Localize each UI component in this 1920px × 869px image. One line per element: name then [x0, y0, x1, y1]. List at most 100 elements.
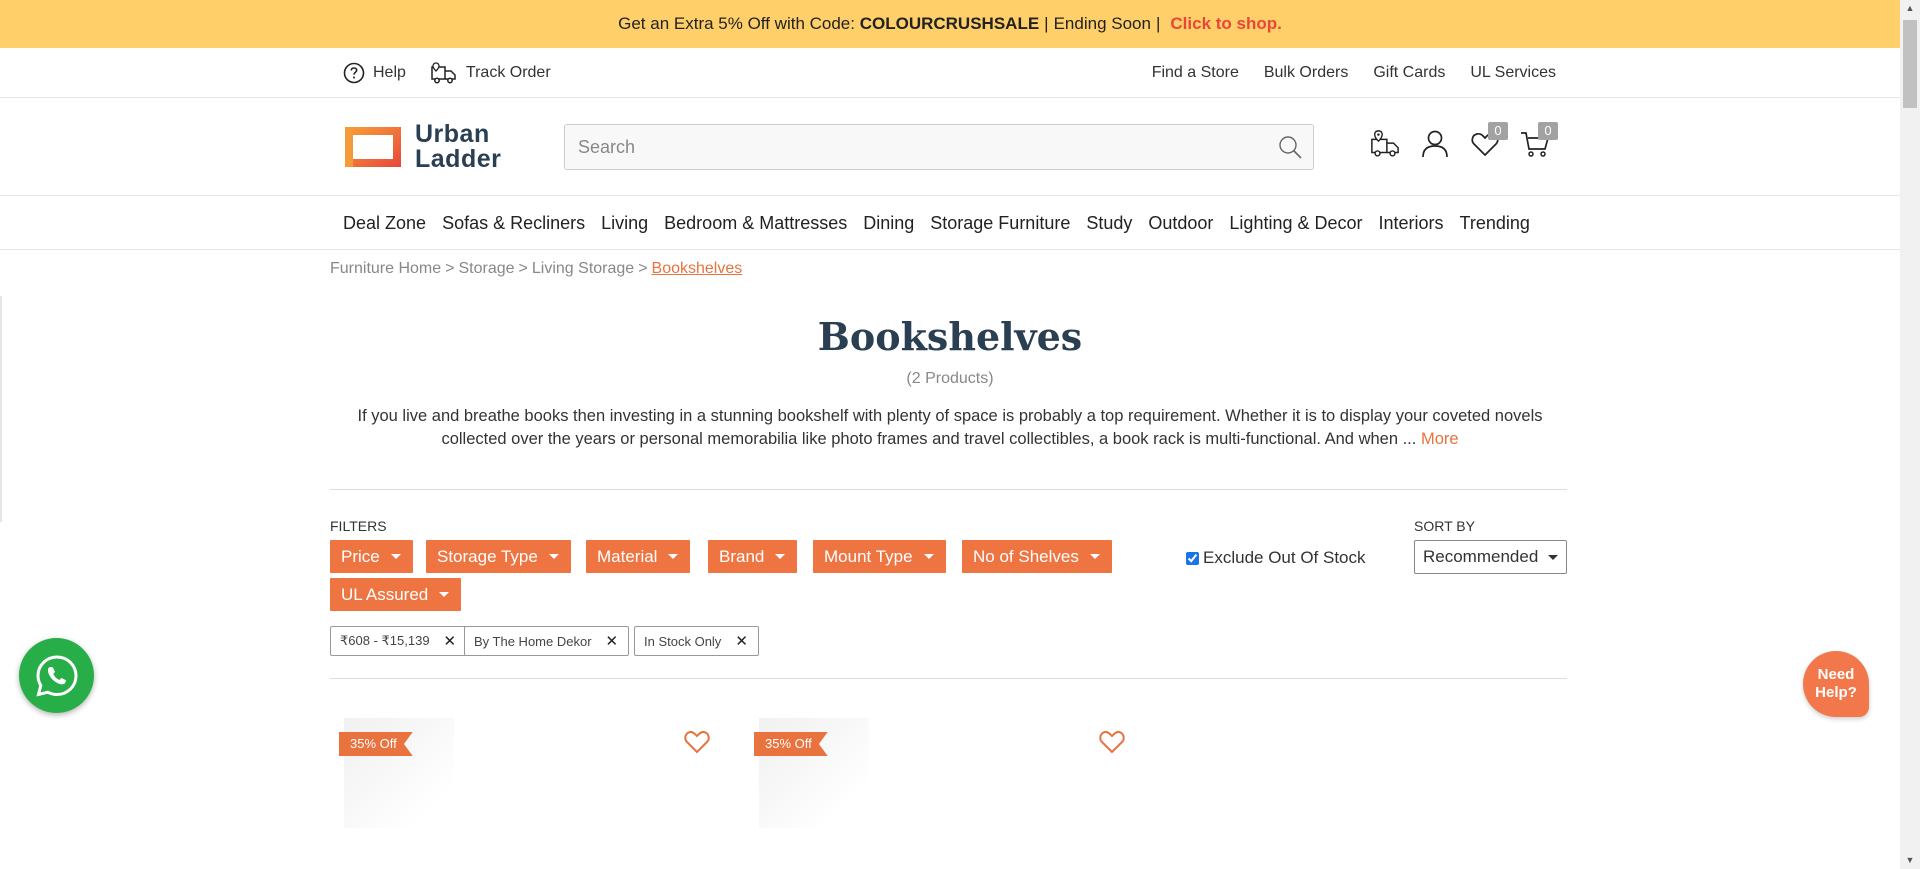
scrollbar-thumb[interactable]	[1903, 20, 1917, 108]
logo-mark-icon	[345, 127, 401, 167]
nav-item-study[interactable]: Study	[1086, 213, 1132, 234]
filter-mount-type-label: Mount Type	[824, 546, 913, 566]
nav-item-bedroom-mattresses[interactable]: Bedroom & Mattresses	[664, 213, 847, 234]
page-scrollbar[interactable]: ▲ ▼	[1900, 0, 1920, 869]
caret-down-icon	[668, 554, 679, 559]
cart-button[interactable]: 0	[1520, 122, 1558, 164]
caret-down-icon	[548, 554, 559, 559]
nav-item-living[interactable]: Living	[601, 213, 648, 234]
breadcrumb-bookshelves[interactable]: Bookshelves	[652, 260, 743, 278]
help-label: Help	[373, 64, 406, 81]
promo-code: COLOURCRUSHSALE	[859, 14, 1040, 33]
active-filter-chip-price: ₹608 - ₹15,139 ✕	[330, 626, 468, 656]
filter-brand-button[interactable]: Brand	[708, 540, 798, 573]
active-filter-chip-stock: In Stock Only ✕	[634, 626, 759, 656]
caret-down-icon	[775, 554, 786, 559]
logo-line-2: Ladder	[415, 145, 502, 173]
filter-ul-assured-button[interactable]: UL Assured	[330, 578, 462, 611]
header-icons: 0 0	[1370, 122, 1558, 164]
search-icon[interactable]	[1277, 134, 1303, 160]
filter-no-of-shelves-button[interactable]: No of Shelves	[962, 540, 1112, 573]
read-more-link[interactable]: More	[1421, 430, 1459, 448]
breadcrumb-separator: >	[638, 260, 648, 277]
help-link[interactable]: Help	[343, 62, 406, 84]
remove-filter-close-icon[interactable]: ✕	[735, 632, 748, 650]
wishlist-button[interactable]: 0	[1470, 122, 1508, 164]
breadcrumb-furniture-home[interactable]: Furniture Home	[330, 260, 441, 278]
caret-down-icon	[923, 554, 934, 559]
discount-tag: 35% Off	[754, 732, 828, 756]
nav-item-sofas-recliners[interactable]: Sofas & Recliners	[442, 213, 585, 234]
logo-line-1: Urban	[415, 120, 490, 148]
delivery-truck-location-icon	[1371, 130, 1399, 157]
category-description: If you live and breathe books then inves…	[336, 405, 1564, 451]
divider	[330, 489, 1567, 490]
filter-storage-type-button[interactable]: Storage Type	[426, 540, 571, 573]
filter-material-button[interactable]: Material	[586, 540, 691, 573]
nav-item-dining[interactable]: Dining	[863, 213, 914, 234]
utility-left: Help Track Order	[343, 48, 551, 98]
main-navigation: Deal Zone Sofas & Recliners Living Bedro…	[0, 197, 1900, 250]
promo-separator-2: |	[1155, 14, 1161, 33]
exclude-out-of-stock[interactable]: Exclude Out Of Stock	[1186, 548, 1366, 568]
cart-count-badge: 0	[1538, 122, 1558, 140]
scroll-down-arrow-icon[interactable]: ▼	[1900, 852, 1920, 869]
page-title: Bookshelves	[817, 314, 1083, 359]
exclude-out-of-stock-checkbox[interactable]	[1186, 551, 1199, 565]
need-help-line-2: Help?	[1815, 684, 1857, 701]
store-locator-button[interactable]	[1370, 124, 1400, 164]
caret-down-icon	[439, 592, 450, 597]
remove-filter-close-icon[interactable]: ✕	[606, 632, 619, 650]
caret-down-icon	[390, 554, 401, 559]
breadcrumb-living-storage[interactable]: Living Storage	[532, 260, 634, 278]
remove-filter-close-icon[interactable]: ✕	[444, 632, 457, 650]
help-icon	[343, 62, 365, 84]
ul-services-link[interactable]: UL Services	[1470, 64, 1556, 82]
nav-item-lighting-decor[interactable]: Lighting & Decor	[1229, 213, 1362, 234]
promo-lead: Get an Extra 5% Off with Code:	[618, 14, 855, 33]
search-box	[564, 124, 1314, 170]
wishlist-heart-icon[interactable]	[1099, 730, 1125, 754]
filter-material-label: Material	[597, 546, 658, 566]
filter-no-of-shelves-label: No of Shelves	[973, 546, 1079, 566]
chip-label: In Stock Only	[644, 633, 722, 649]
nav-item-deal-zone[interactable]: Deal Zone	[343, 213, 426, 234]
bulk-orders-link[interactable]: Bulk Orders	[1264, 64, 1348, 82]
find-store-link[interactable]: Find a Store	[1152, 64, 1239, 82]
whatsapp-icon	[35, 654, 78, 697]
promo-separator: |	[1044, 14, 1049, 33]
utility-bar: Help Track Order Find a Store Bulk Order…	[0, 48, 1900, 98]
filter-price-button[interactable]: Price	[330, 540, 413, 573]
promo-cta-link[interactable]: Click to shop.	[1170, 14, 1281, 34]
filter-mount-type-button[interactable]: Mount Type	[813, 540, 946, 573]
filter-ul-assured-label: UL Assured	[341, 584, 429, 604]
wishlist-heart-icon[interactable]	[684, 730, 710, 754]
whatsapp-button[interactable]	[19, 638, 94, 713]
search-input[interactable]	[565, 125, 1245, 169]
breadcrumb-separator: >	[445, 260, 455, 277]
scroll-up-arrow-icon[interactable]: ▲	[1900, 0, 1920, 17]
exclude-out-of-stock-label: Exclude Out Of Stock	[1203, 548, 1366, 567]
urban-ladder-logo[interactable]: Urban Ladder	[343, 122, 501, 172]
track-order-link[interactable]: Track Order	[430, 61, 551, 85]
gift-cards-link[interactable]: Gift Cards	[1373, 64, 1445, 82]
track-order-label: Track Order	[465, 64, 551, 81]
need-help-chat-button[interactable]: Need Help?	[1803, 651, 1869, 717]
need-help-line-1: Need	[1817, 666, 1855, 683]
breadcrumb-separator: >	[518, 260, 528, 277]
profile-button[interactable]	[1420, 124, 1450, 164]
promo-banner[interactable]: Get an Extra 5% Off with Code: COLOURCRU…	[0, 0, 1900, 48]
description-line-2: collected over the years or personal mem…	[441, 430, 1417, 448]
wishlist-count-badge: 0	[1488, 122, 1508, 140]
filter-storage-type-label: Storage Type	[437, 546, 538, 566]
nav-item-interiors[interactable]: Interiors	[1379, 213, 1444, 234]
caret-down-icon	[1548, 555, 1558, 560]
nav-item-outdoor[interactable]: Outdoor	[1148, 213, 1213, 234]
breadcrumb-storage[interactable]: Storage	[459, 260, 515, 278]
filter-price-label: Price	[341, 546, 380, 566]
sort-select[interactable]: Recommended	[1414, 540, 1567, 574]
nav-item-storage-furniture[interactable]: Storage Furniture	[930, 213, 1070, 234]
nav-item-trending[interactable]: Trending	[1460, 213, 1530, 234]
chip-label: ₹608 - ₹15,139	[340, 633, 430, 648]
product-count: (2 Products)	[906, 370, 994, 387]
